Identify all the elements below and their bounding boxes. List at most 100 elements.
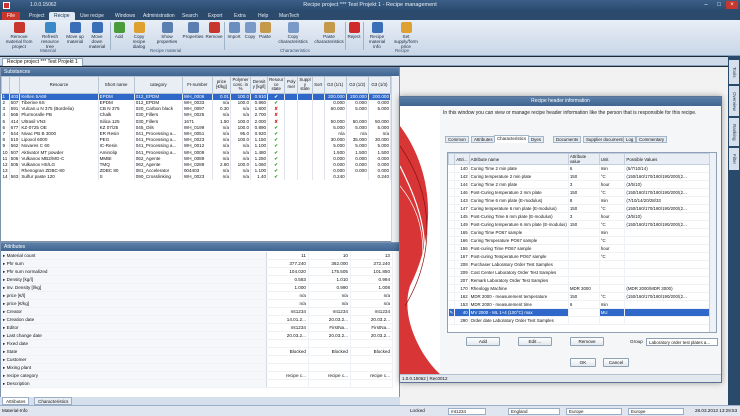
value-edit-field[interactable] xyxy=(568,308,600,317)
attribute-row[interactable]: ▸ Inv. Density [l/kg] 1.000 0.990 1.008 xyxy=(1,283,394,293)
copy-characteristics-button[interactable]: Copy characteristics xyxy=(273,22,313,44)
characteristic-row[interactable]: 142 Curing temperature 2 min plate 150 °C (1… xyxy=(448,172,710,181)
characteristic-row[interactable]: 290 Order date Laboratory Order Test Samp… xyxy=(448,316,710,325)
sidebar-tab-overview[interactable]: Overview xyxy=(729,86,739,116)
menu-export[interactable]: Export xyxy=(203,12,227,20)
set-supply-price-button[interactable]: Set supply/form price xyxy=(392,22,420,49)
characteristic-row[interactable]: 145 Post-Curing Time 6 mm plate (E-modulu… xyxy=(448,212,710,221)
substance-row[interactable]: 14 563 Sulfur paste 120 S 090_Crosslinking WH… xyxy=(1,174,392,181)
characteristic-row[interactable]: 209 Cost Center Laboratory Order Test Sam… xyxy=(448,268,710,277)
attribute-row[interactable]: ▸ Last change date 20.03.2... 20.03.2... 20… xyxy=(1,331,394,341)
col-attribute-id[interactable]: Attri... xyxy=(454,153,470,165)
tab-attributes[interactable]: Attributes xyxy=(2,397,30,405)
menu-mantech[interactable]: ManTech xyxy=(274,12,304,20)
column-header[interactable] xyxy=(8,76,21,94)
characteristics-scrollbar[interactable] xyxy=(709,153,716,332)
attribute-row[interactable]: ▸ Density [kg/l] 0.583 1.010 0.994 xyxy=(1,275,394,285)
close-icon[interactable]: × xyxy=(726,1,738,9)
characteristic-row[interactable]: 167 Post-curing Temperature PO67 sample °C xyxy=(448,252,710,261)
add-button[interactable]: Add xyxy=(466,337,500,346)
region-select-1[interactable]: Europe xyxy=(566,408,622,415)
remove-material-button[interactable]: Remove material from project xyxy=(2,22,36,49)
attribute-row[interactable]: ▸ Editor mt1234 FirstNa... FirstNa... xyxy=(1,323,394,333)
characteristic-row[interactable]: 208 Purchaser Laboratory Order Test Sampl… xyxy=(448,260,710,269)
tab-common[interactable]: Common xyxy=(445,136,469,143)
menu-recipe[interactable]: Recipe xyxy=(49,12,75,20)
characteristic-row[interactable]: 146 Post-Curing temperature 2 mm plate 150… xyxy=(448,188,710,197)
tab-log[interactable]: Log xyxy=(623,136,637,143)
show-properties-button[interactable]: Show properties xyxy=(152,22,182,44)
column-header[interactable]: Suppl y state xyxy=(297,76,313,94)
characteristic-row[interactable]: 153 MDR 2000 - measurement time 6 min xyxy=(448,300,710,309)
col-unit[interactable]: Unit xyxy=(598,153,626,165)
column-header[interactable]: Resource xyxy=(19,76,99,94)
characteristic-row[interactable]: 140 Curing Time 2 min plate 6 min (5/7/10/14… xyxy=(448,164,710,173)
edit-button[interactable]: Edit ... xyxy=(518,337,552,346)
tab-characteristics[interactable]: Characteristics xyxy=(494,135,530,143)
attribute-row[interactable]: ▸ Customer xyxy=(1,355,394,365)
characteristic-row[interactable]: 144 Curing Time 2 mm plate 3 hour (3/5/10) xyxy=(448,180,710,189)
tab-dyes[interactable]: Dyes xyxy=(528,136,545,143)
column-header[interactable]: Polymer conc. in % xyxy=(229,76,252,94)
paste-button[interactable]: Paste xyxy=(258,22,272,39)
column-header[interactable]: category xyxy=(133,76,183,94)
column-header[interactable]: price [€/kg] xyxy=(211,76,232,94)
tab-attributes[interactable]: Attributes xyxy=(471,136,496,143)
column-header[interactable]: Densit y [kg/l] xyxy=(250,76,269,94)
tab-documents[interactable]: Documents xyxy=(553,136,582,143)
refresh-resource-tree-button[interactable]: Refresh resource tree xyxy=(37,22,63,49)
column-header[interactable]: Poly mer xyxy=(284,76,299,94)
remove-button[interactable]: Remove xyxy=(570,337,604,346)
sidebar-tab-tools[interactable]: Tools xyxy=(729,60,739,84)
col-attribute-value[interactable]: Attribute value xyxy=(567,153,600,165)
minimize-icon[interactable]: – xyxy=(700,1,712,9)
substances-scrollbar[interactable] xyxy=(391,76,399,242)
recipe-material-info-button[interactable]: Recipe material info xyxy=(365,22,389,49)
column-header[interactable]: Short name xyxy=(97,76,135,94)
maximize-icon[interactable]: □ xyxy=(713,1,725,9)
group-select[interactable]: Laboratory order test plates a... xyxy=(646,338,718,346)
characteristic-row[interactable]: 166 Curing Temperature PO67 sample °C xyxy=(448,236,710,245)
tab-commentary[interactable]: Commentary xyxy=(636,136,668,143)
paste-characteristics-button[interactable]: Paste characteristics xyxy=(314,22,344,44)
language-select[interactable]: England xyxy=(508,408,560,415)
attribute-row[interactable]: ▸ price [€/kg] n/a n/a n/a xyxy=(1,299,394,309)
substance-row[interactable]: 3 591 Vulcan.u N 375 (Bordelia) CB N 375 020… xyxy=(1,106,392,113)
column-header[interactable]: Sort xyxy=(311,76,325,94)
attribute-row[interactable]: ▸ Phr sum 377.240 362.000 372.240 xyxy=(1,259,394,269)
move-down-button[interactable]: Move down material xyxy=(86,22,108,49)
tab-supplier-documents[interactable]: Supplier documents xyxy=(583,136,628,143)
col-possible-values[interactable]: Possible Values xyxy=(624,153,710,165)
column-header[interactable]: G3 (1/1) xyxy=(323,76,347,94)
move-up-button[interactable]: Move up material xyxy=(64,22,86,44)
sidebar-tab-ranking[interactable]: Ranking xyxy=(729,118,739,146)
attribute-row[interactable]: ▸ price [€/l] n/a n/a n/a xyxy=(1,291,394,301)
col-attribute-name[interactable]: Attribute name xyxy=(468,153,569,165)
tab-recipe-project[interactable]: Recipe project *** Test Projekt 1 xyxy=(2,58,83,66)
reject-button[interactable]: Reject xyxy=(347,22,361,39)
attribute-row[interactable]: ▸ Fixed date xyxy=(1,339,394,349)
menu-file[interactable]: File xyxy=(2,12,21,20)
characteristic-row[interactable]: 165 Curing Time PO67 sample min xyxy=(448,228,710,237)
characteristic-row[interactable]: 156 Post-curing Time PO67 sample hour xyxy=(448,244,710,253)
characteristic-row[interactable]: 147 Curing temperature 6 mm plate (E-modu… xyxy=(448,204,710,213)
menu-extra[interactable]: Extra xyxy=(229,12,251,20)
copy-recipe-dialog-button[interactable]: Copy recipe dialog xyxy=(127,22,151,49)
column-header[interactable]: Resour ce state xyxy=(267,76,286,94)
remove-button[interactable]: Remove xyxy=(205,22,223,39)
attribute-row[interactable]: ▸ State Blocked Blocked Blocked xyxy=(1,347,394,357)
region-select-2[interactable]: Europe xyxy=(628,408,684,415)
characteristic-row[interactable]: 149 Post-Curing temperature 6 mm plate (E… xyxy=(448,220,710,229)
attribute-row[interactable]: ▸ Phr sum normalized 104.020 175.505 101.85… xyxy=(1,267,394,277)
menu-help[interactable]: Help xyxy=(253,12,273,20)
attribute-row[interactable]: ▸ Material count 11 10 13 xyxy=(1,252,394,261)
column-header[interactable]: G3 (1/2) xyxy=(345,76,369,94)
attribute-row[interactable]: ▸ recipe category recipe c... recipe c... r… xyxy=(1,371,394,381)
properties-button[interactable]: Properties xyxy=(182,22,204,39)
sidebar-tab-filter[interactable]: Filter xyxy=(729,148,739,170)
column-header[interactable] xyxy=(1,76,10,94)
attribute-row[interactable]: ▸ Mixing plant xyxy=(1,363,394,373)
menu-search[interactable]: Search xyxy=(177,12,203,20)
attribute-row[interactable]: ▸ Creator mt1234 mt1234 mt1234 xyxy=(1,307,394,317)
cancel-button[interactable]: Cancel xyxy=(603,358,629,367)
